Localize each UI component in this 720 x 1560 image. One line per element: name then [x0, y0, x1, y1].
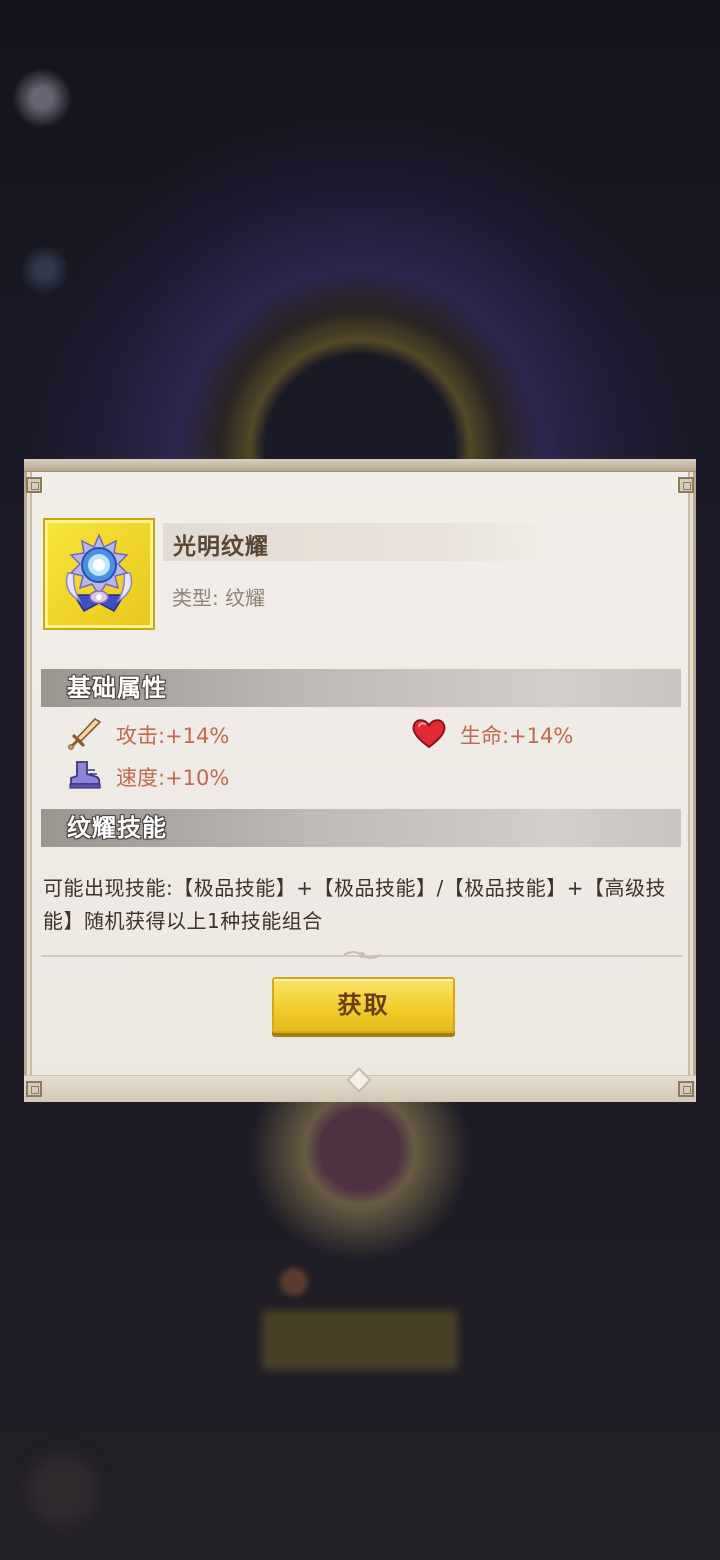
- boot-icon: [69, 761, 101, 789]
- sword-icon: [68, 717, 102, 750]
- base-attributes-title: 基础属性: [67, 674, 167, 702]
- stat-speed-value: 速度:+10%: [116, 766, 230, 790]
- item-detail-dialog: 光明纹耀 类型: 纹耀 基础属性 攻击:+14% 生命:+14% 速度:+10%…: [24, 459, 696, 1102]
- corner-ornament-icon: [26, 1081, 42, 1097]
- corner-ornament-icon: [678, 1081, 694, 1097]
- background-button: [262, 1310, 458, 1370]
- item-name: 光明纹耀: [173, 534, 269, 560]
- radiant-sun-emblem-icon: [65, 533, 133, 612]
- get-button-label: 获取: [337, 991, 390, 1019]
- skill-title: 纹耀技能: [67, 814, 167, 842]
- heart-icon: [412, 719, 446, 749]
- skill-header: 纹耀技能: [41, 809, 681, 847]
- corner-ornament-icon: [678, 477, 694, 493]
- get-button[interactable]: 获取: [272, 977, 455, 1033]
- base-attributes-header: 基础属性: [41, 669, 681, 707]
- dialog-top-frame: [24, 459, 696, 472]
- skill-description: 可能出现技能:【极品技能】+【极品技能】/【极品技能】+【高级技能】随机获得以上…: [43, 876, 666, 933]
- background-corner-icon: [28, 1455, 98, 1525]
- divider-ornament-icon: [343, 951, 381, 959]
- item-icon-frame: [45, 520, 153, 628]
- item-name-bar: 光明纹耀: [163, 523, 553, 561]
- corner-ornament-icon: [26, 477, 42, 493]
- background-coin-icon: [280, 1268, 308, 1296]
- item-type: 类型: 纹耀: [172, 586, 266, 610]
- stat-attack-value: 攻击:+14%: [116, 724, 230, 748]
- stat-life-value: 生命:+14%: [460, 724, 574, 748]
